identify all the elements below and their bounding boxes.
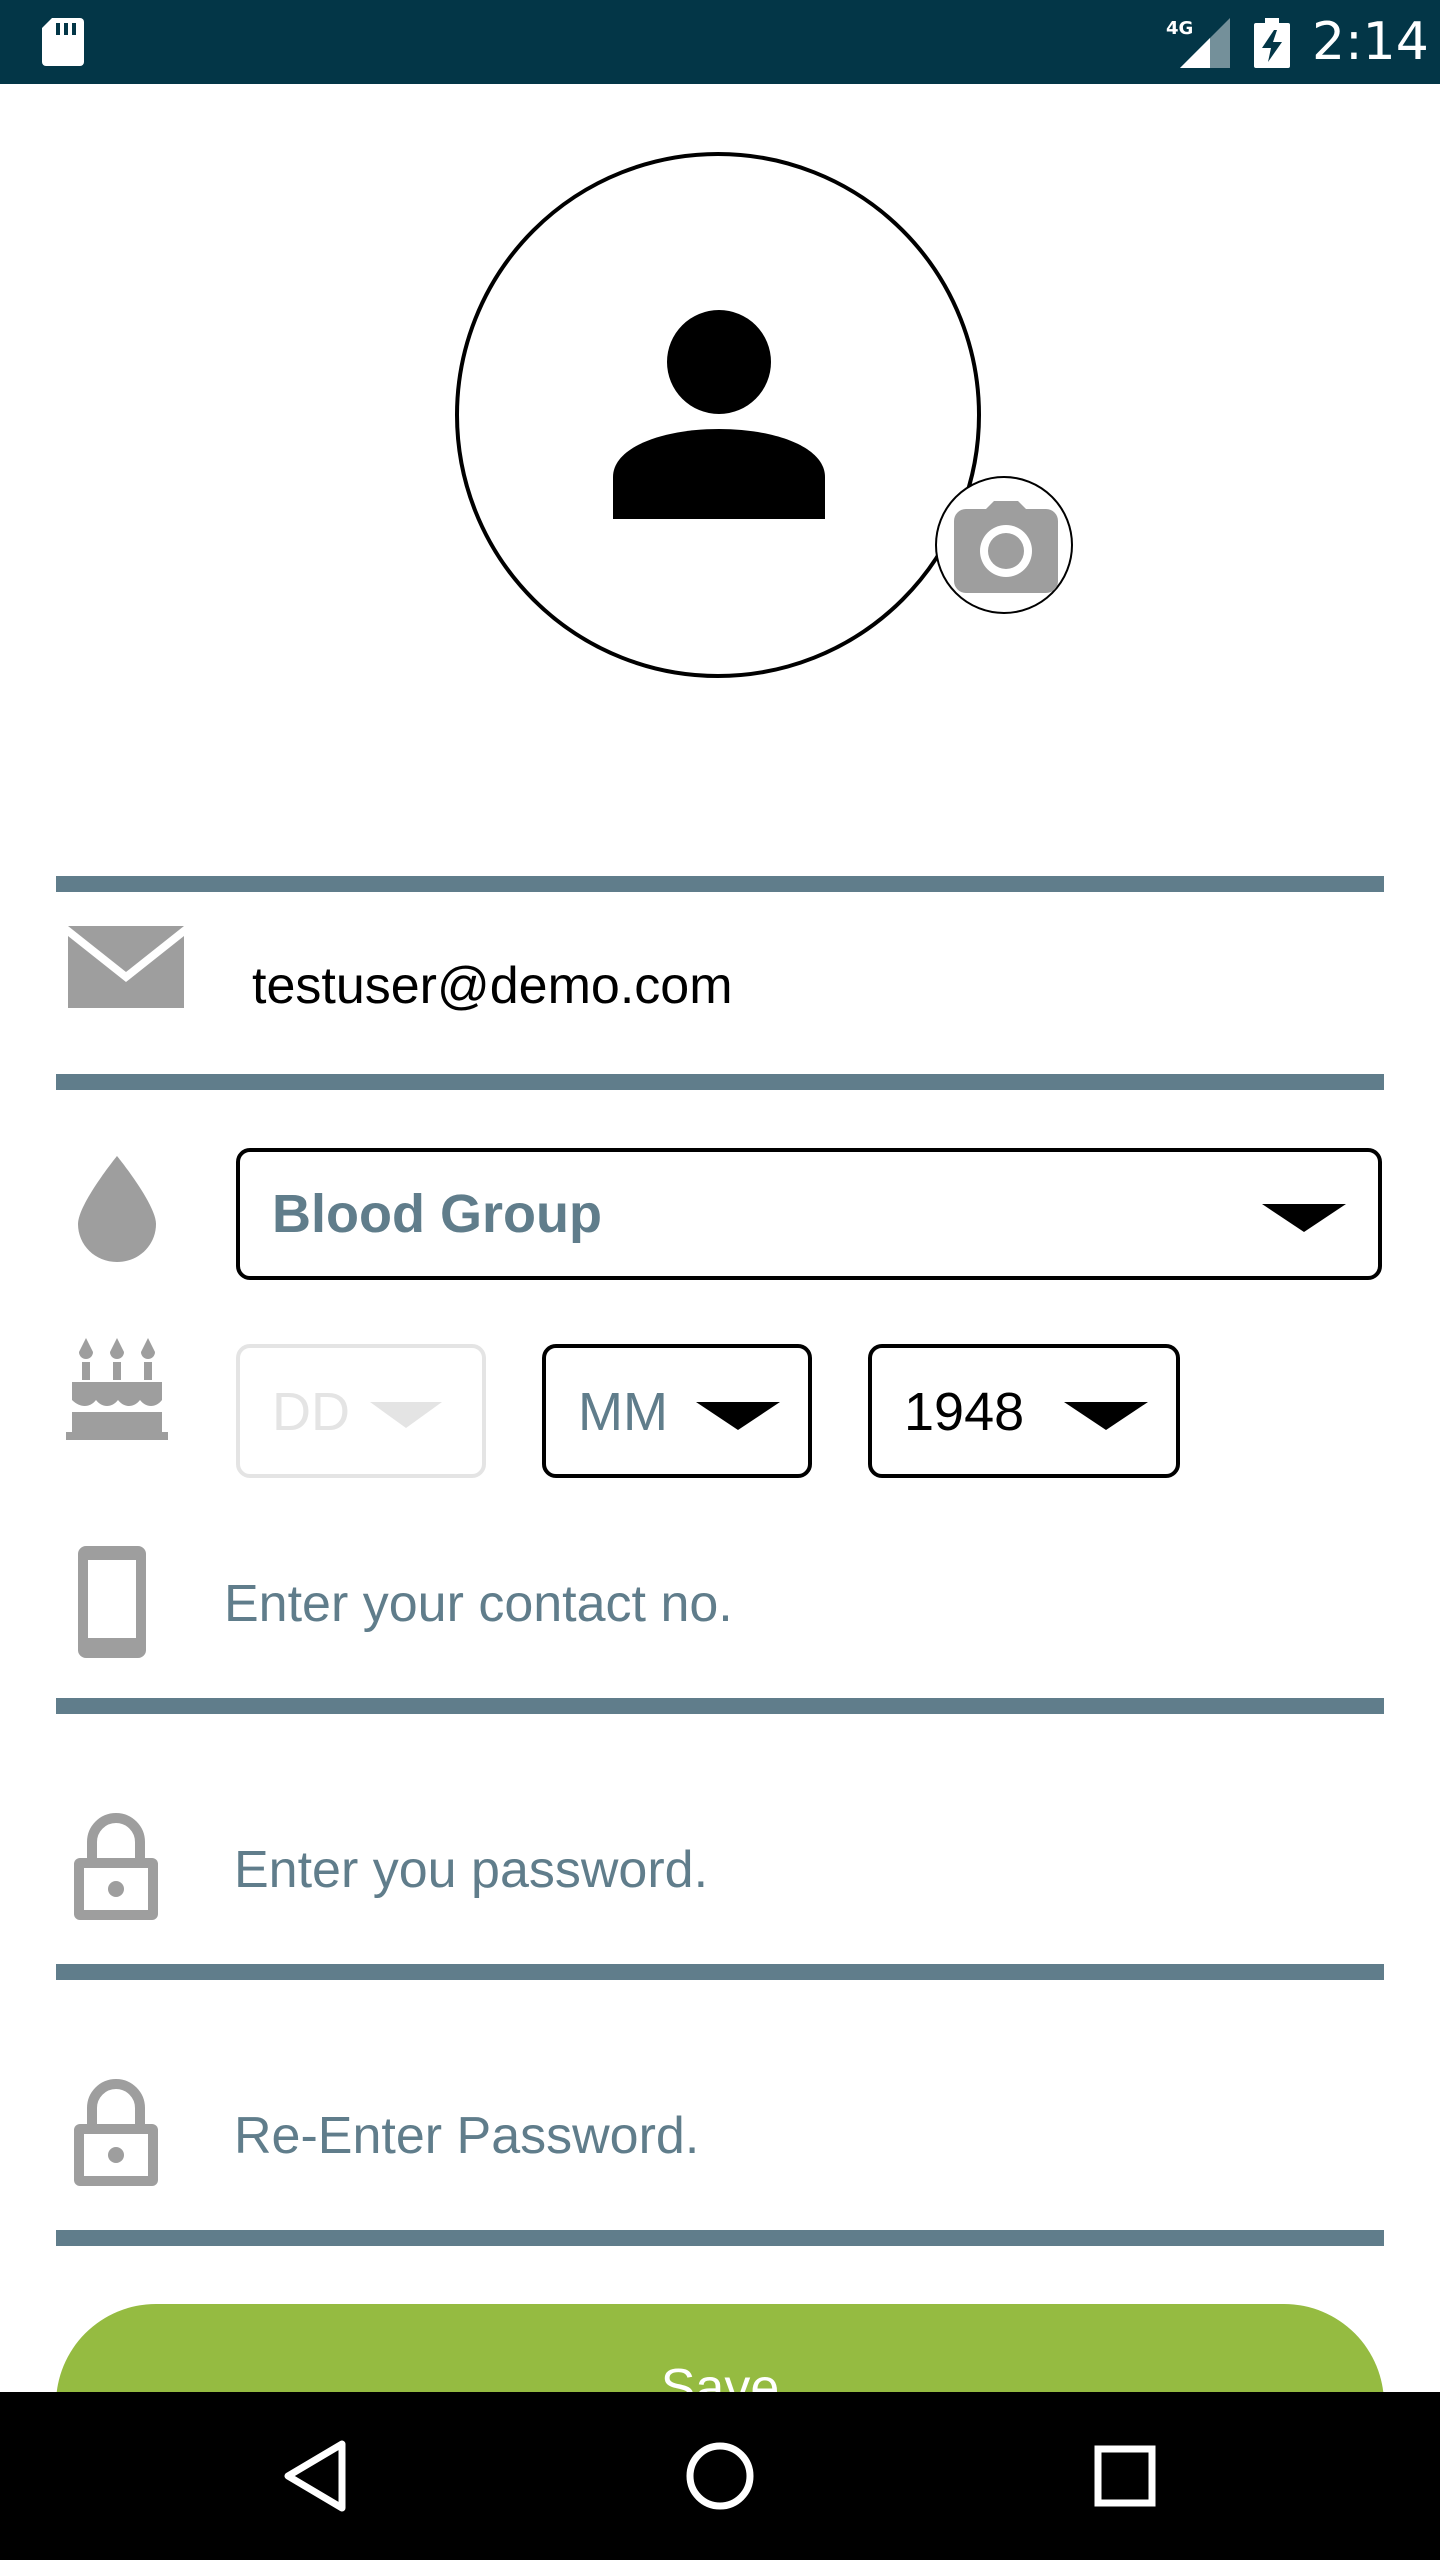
divider (56, 2230, 1384, 2246)
lock-icon (74, 2078, 158, 2191)
camera-icon (954, 501, 1058, 593)
month-placeholder: MM (578, 1382, 668, 1442)
avatar[interactable] (455, 152, 981, 678)
divider (56, 1964, 1384, 1980)
cake-icon (66, 1338, 168, 1445)
envelope-icon (68, 926, 184, 1013)
drop-icon (78, 1156, 156, 1267)
change-photo-button[interactable] (935, 476, 1073, 614)
confirm-password-input[interactable]: Re-Enter Password. (234, 2104, 699, 2168)
divider (56, 1698, 1384, 1714)
email-field[interactable]: testuser@demo.com (252, 954, 733, 1018)
home-button[interactable] (630, 2392, 810, 2560)
chevron-down-icon (1262, 1204, 1346, 1232)
blood-group-select[interactable]: Blood Group (236, 1148, 1382, 1280)
network-type-label: 4G (1166, 18, 1193, 39)
year-value: 1948 (904, 1382, 1025, 1442)
save-button[interactable]: Save (56, 2304, 1384, 2392)
status-time: 2:14 (1312, 12, 1429, 72)
back-icon (284, 2440, 346, 2512)
day-placeholder: DD (272, 1382, 350, 1442)
year-select[interactable]: 1948 (868, 1344, 1180, 1478)
contact-input[interactable]: Enter your contact no. (224, 1572, 733, 1636)
status-bar: 4G 2:14 (0, 0, 1440, 84)
divider (56, 876, 1384, 892)
back-button[interactable] (226, 2392, 406, 2560)
chevron-down-icon (370, 1402, 442, 1428)
home-icon (686, 2442, 754, 2510)
cellular-signal-icon: 4G (1166, 18, 1230, 73)
divider (56, 1074, 1384, 1090)
chevron-down-icon (1064, 1402, 1148, 1430)
profile-form[interactable]: testuser@demo.com Blood Group DD MM 1948… (0, 84, 1440, 2392)
recents-button[interactable] (1035, 2392, 1215, 2560)
blood-group-label: Blood Group (272, 1184, 602, 1244)
chevron-down-icon (696, 1402, 780, 1430)
month-select[interactable]: MM (542, 1344, 812, 1478)
navigation-bar (0, 2392, 1440, 2560)
phone-icon (78, 1546, 146, 1663)
battery-charging-icon (1254, 18, 1290, 73)
lock-icon (74, 1812, 158, 1925)
password-input[interactable]: Enter you password. (234, 1838, 708, 1902)
day-select[interactable]: DD (236, 1344, 486, 1478)
save-button-label: Save (660, 2359, 780, 2392)
sd-card-icon (42, 18, 84, 71)
person-icon (613, 307, 825, 524)
recents-icon (1094, 2445, 1156, 2507)
